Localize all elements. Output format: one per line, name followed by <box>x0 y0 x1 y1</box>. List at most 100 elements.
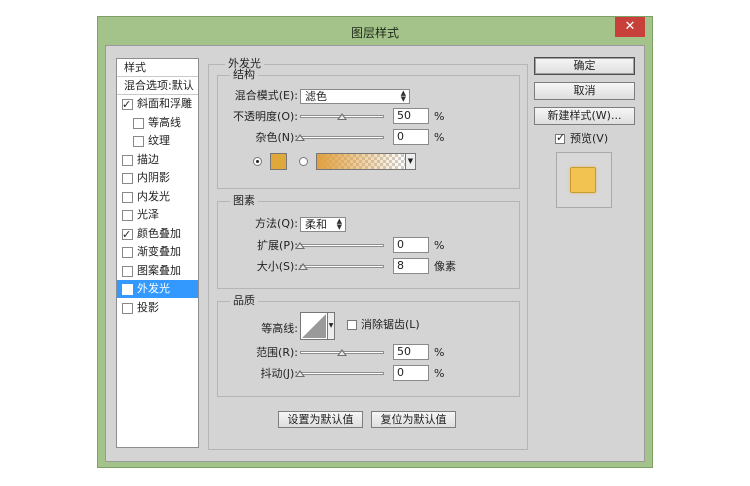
style-item[interactable]: 描边 <box>117 151 198 169</box>
opacity-slider-thumb[interactable] <box>337 113 347 120</box>
style-preview-box <box>556 152 612 208</box>
set-default-button[interactable]: 设置为默认值 <box>278 411 363 428</box>
size-label: 大小(S): <box>256 260 298 273</box>
blend-mode-value: 滤色 <box>305 90 327 103</box>
spread-slider-thumb[interactable] <box>295 242 305 249</box>
size-slider-thumb[interactable] <box>297 263 308 270</box>
elements-group: 图素 方法(Q): 柔和 ▲ ▼ 扩展(P): 0 % 大小(S): 8 像素 <box>217 195 520 289</box>
style-item-checkbox[interactable] <box>122 173 133 184</box>
style-item-checkbox[interactable] <box>122 302 133 314</box>
noise-unit: % <box>434 131 445 144</box>
blend-mode-select[interactable]: 滤色 ▲ ▼ <box>300 89 410 104</box>
range-unit: % <box>434 346 445 359</box>
spread-input[interactable]: 0 <box>393 237 429 253</box>
blend-mode-label: 混合模式(E): <box>234 89 298 102</box>
opacity-label: 不透明度(O): <box>233 110 298 123</box>
preview-checkbox[interactable] <box>555 131 565 144</box>
dialog-body: 样式 混合选项:默认 斜面和浮雕等高线纹理描边内阴影内发光光泽颜色叠加渐变叠加图… <box>105 45 645 462</box>
style-item-label: 等高线 <box>148 115 181 129</box>
solid-color-radio[interactable] <box>253 157 262 166</box>
style-item[interactable]: 纹理 <box>117 132 198 150</box>
style-item-checkbox[interactable] <box>122 154 133 166</box>
style-item[interactable]: 投影 <box>117 299 198 317</box>
style-item-checkbox[interactable] <box>122 281 133 298</box>
cancel-button[interactable]: 取消 <box>534 82 635 100</box>
noise-label: 杂色(N): <box>255 131 298 144</box>
method-select[interactable]: 柔和 ▲ ▼ <box>300 217 346 232</box>
size-input[interactable]: 8 <box>393 258 429 274</box>
style-item[interactable]: 颜色叠加 <box>117 225 198 243</box>
glow-color-swatch[interactable] <box>270 153 287 170</box>
style-item[interactable]: 光泽 <box>117 206 198 224</box>
contour-label: 等高线: <box>261 322 298 335</box>
style-item-label: 颜色叠加 <box>137 226 181 240</box>
dropdown-arrow-icon: ▼ <box>407 157 414 165</box>
size-slider-track[interactable] <box>300 265 384 268</box>
style-item-checkbox[interactable] <box>122 96 133 113</box>
close-icon: ✕ <box>624 19 636 34</box>
new-style-button[interactable]: 新建样式(W)... <box>534 107 635 125</box>
style-item-label: 渐变叠加 <box>137 245 181 258</box>
style-item-label: 光泽 <box>137 208 159 221</box>
style-item[interactable]: 内发光 <box>117 188 198 206</box>
dialog-title: 图层样式 <box>350 26 399 40</box>
dropdown-arrow-icon: ▼ <box>328 322 334 329</box>
range-label: 范围(R): <box>256 346 298 359</box>
quality-title: 品质 <box>230 295 258 307</box>
range-slider-thumb[interactable] <box>337 349 347 356</box>
noise-input[interactable]: 0 <box>393 129 429 145</box>
style-item-checkbox[interactable] <box>122 247 133 258</box>
opacity-input[interactable]: 50 <box>393 108 429 124</box>
preview-label: 预览(V) <box>570 132 609 145</box>
size-unit: 像素 <box>434 260 456 273</box>
style-preview-swatch <box>570 167 596 193</box>
antialias-checkbox[interactable] <box>347 320 357 330</box>
structure-title: 结构 <box>230 69 258 81</box>
noise-slider-track[interactable] <box>300 136 384 139</box>
style-item[interactable]: 斜面和浮雕 <box>117 95 198 113</box>
style-item[interactable]: 内阴影 <box>117 169 198 187</box>
contour-picker[interactable] <box>300 312 328 340</box>
spread-label: 扩展(P): <box>257 239 298 252</box>
jitter-slider-thumb[interactable] <box>295 370 305 377</box>
jitter-slider-track[interactable] <box>300 372 384 375</box>
style-item-checkbox[interactable] <box>133 136 144 147</box>
style-item-checkbox[interactable] <box>122 191 133 203</box>
updown-arrows-icon: ▲ ▼ <box>400 89 406 103</box>
style-list: 样式 混合选项:默认 斜面和浮雕等高线纹理描边内阴影内发光光泽颜色叠加渐变叠加图… <box>116 58 199 448</box>
jitter-unit: % <box>434 367 445 380</box>
style-list-header: 样式 <box>117 59 198 77</box>
quality-group: 品质 等高线: ▼ 消除锯齿(L) 范围(R): 50 % 抖动(J): 0 % <box>217 295 520 397</box>
style-item[interactable]: 等高线 <box>117 114 198 132</box>
ok-button[interactable]: 确定 <box>534 57 635 75</box>
style-item[interactable]: 外发光 <box>117 280 198 298</box>
outer-glow-panel: 外发光 结构 混合模式(E): 滤色 ▲ ▼ 不透明度(O): 50 % 杂色(N… <box>208 58 528 450</box>
style-item[interactable]: 图案叠加 <box>117 262 198 280</box>
style-item-label: 描边 <box>137 152 159 166</box>
close-button[interactable]: ✕ <box>615 17 645 37</box>
style-item-checkbox[interactable] <box>122 210 133 221</box>
glow-gradient-swatch[interactable] <box>316 153 406 170</box>
updown-arrows-icon: ▲ ▼ <box>336 217 342 231</box>
range-input[interactable]: 50 <box>393 344 429 360</box>
gradient-radio[interactable] <box>299 157 308 166</box>
noise-slider-thumb[interactable] <box>295 134 305 141</box>
reset-default-button[interactable]: 复位为默认值 <box>371 411 456 428</box>
layer-style-dialog: 图层样式 ✕ 样式 混合选项:默认 斜面和浮雕等高线纹理描边内阴影内发光光泽颜色… <box>97 16 653 468</box>
gradient-dropdown-button[interactable]: ▼ <box>406 153 416 170</box>
spread-slider-track[interactable] <box>300 244 384 247</box>
style-item-checkbox[interactable] <box>122 265 133 277</box>
contour-dropdown-button[interactable]: ▼ <box>328 312 335 340</box>
structure-group: 结构 混合模式(E): 滤色 ▲ ▼ 不透明度(O): 50 % 杂色(N): 0… <box>217 69 520 189</box>
style-item-checkbox[interactable] <box>122 226 133 243</box>
spread-unit: % <box>434 239 445 252</box>
style-item-label: 内阴影 <box>137 171 170 184</box>
style-item[interactable]: 渐变叠加 <box>117 243 198 261</box>
jitter-input[interactable]: 0 <box>393 365 429 381</box>
antialias-label: 消除锯齿(L) <box>361 318 420 331</box>
style-item-label: 纹理 <box>148 134 170 147</box>
blend-options-default[interactable]: 混合选项:默认 <box>117 77 198 95</box>
style-item-checkbox[interactable] <box>133 117 144 129</box>
title-bar[interactable]: 图层样式 ✕ <box>98 17 652 45</box>
style-item-label: 外发光 <box>137 282 170 295</box>
